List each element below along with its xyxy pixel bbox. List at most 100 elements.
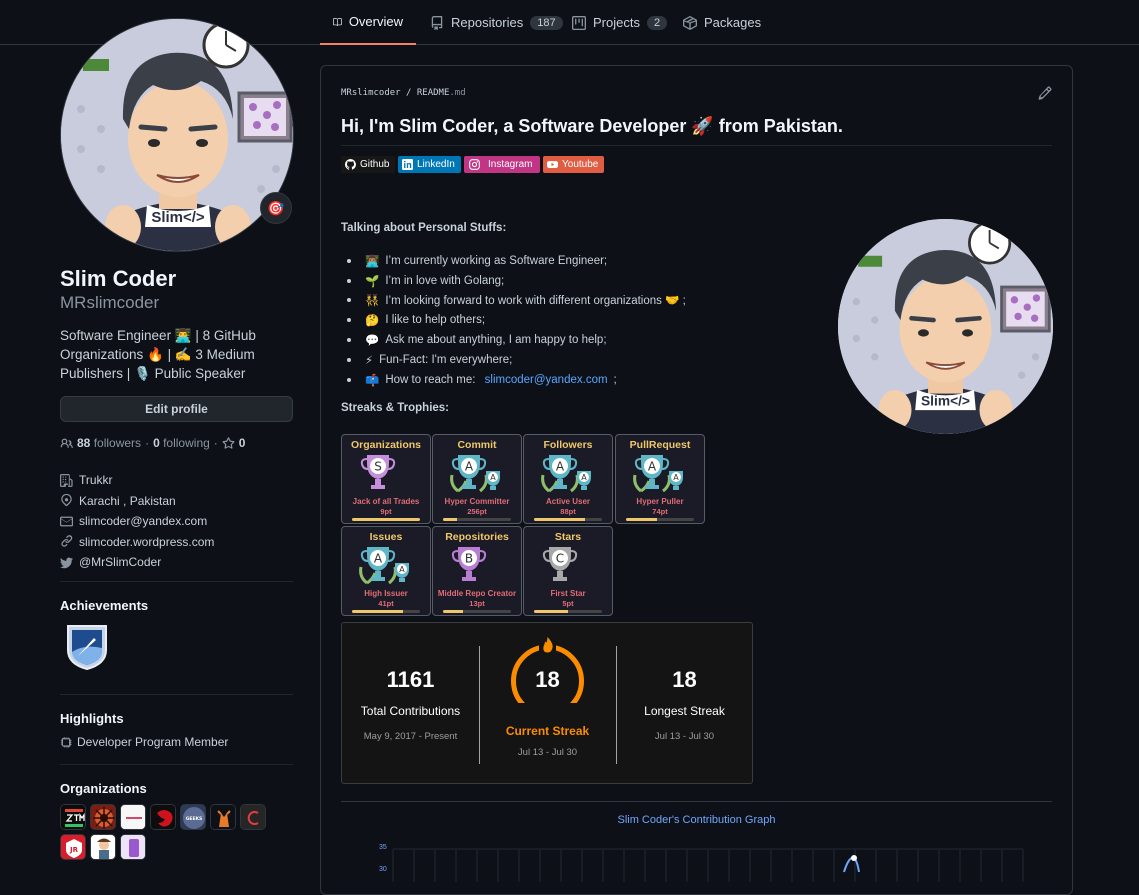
org-logo-icon xyxy=(121,805,145,829)
trophy-progress-bar xyxy=(352,610,420,613)
trophy-cup-icon: C xyxy=(542,547,578,581)
location-icon xyxy=(61,494,72,507)
profile-avatar[interactable]: Slim</> xyxy=(60,18,294,252)
trophy-points: 13pt xyxy=(469,599,485,608)
trophy-cup-icon: S xyxy=(360,455,396,489)
org-avatar[interactable] xyxy=(210,804,236,830)
bullet xyxy=(347,318,351,323)
readme-file-link[interactable]: README xyxy=(417,88,450,98)
total-contributions-value: 1161 xyxy=(386,667,435,692)
book-icon xyxy=(333,17,342,26)
tab-projects[interactable]: Projects 2 xyxy=(572,0,668,45)
repositories-count-badge: 187 xyxy=(530,15,563,30)
trophy-progress-bar xyxy=(626,518,694,521)
avatar-illustration: Slim</> xyxy=(61,19,293,251)
org-avatar[interactable] xyxy=(60,804,86,830)
youtube-badge[interactable]: Youtube xyxy=(543,156,604,173)
trophy-rank: C xyxy=(556,552,564,566)
trophy-category: Organizations xyxy=(350,439,421,451)
tab-packages-label: Packages xyxy=(704,15,762,30)
tab-overview[interactable]: Overview xyxy=(320,0,416,45)
trophy-title: Jack of all Trades xyxy=(352,497,420,506)
readme-file-ext: .md xyxy=(449,88,466,98)
trophy-progress-fill xyxy=(534,518,585,521)
github-badge[interactable]: Github xyxy=(341,156,395,173)
cpu-icon xyxy=(60,737,72,748)
linkedin-badge[interactable]: LinkedIn xyxy=(398,156,461,173)
item-text: Ask me about anything, I am happy to hel… xyxy=(385,334,607,347)
contact-email-link[interactable]: slimcoder@yandex.com xyxy=(485,374,608,386)
trophy-category: Issues xyxy=(369,531,403,543)
dot-separator: · xyxy=(213,436,218,450)
list-item: 👨🏽‍💻 I’m currently working as Software En… xyxy=(347,251,686,271)
link-icon xyxy=(61,535,73,547)
trophy-card: Commit A A Hyper Committer 256pt xyxy=(432,434,522,524)
item-emoji: ⚡ xyxy=(365,354,374,367)
divider xyxy=(60,694,293,695)
item-emoji: 🤔 xyxy=(365,315,380,328)
trophy-points: 74pt xyxy=(652,507,668,516)
longest-streak-label: Longest Streak xyxy=(644,704,725,718)
tab-repositories[interactable]: Repositories 187 xyxy=(430,0,563,45)
org-logo-icon xyxy=(151,805,175,829)
website-link[interactable]: slimcoder.wordpress.com xyxy=(79,535,214,549)
set-status-button[interactable]: 🎯 xyxy=(260,192,292,224)
trophies-title: Streaks & Trophies: xyxy=(341,402,450,414)
longest-streak-value: 18 xyxy=(672,667,697,692)
stars-link[interactable]: 0 xyxy=(239,436,246,450)
trophy-category: Stars xyxy=(554,531,582,543)
trophy-category: PullRequest xyxy=(629,439,691,451)
personal-list: 👨🏽‍💻 I’m currently working as Software En… xyxy=(347,251,686,390)
github-icon xyxy=(345,159,356,170)
readme-owner-link[interactable]: MRslimcoder xyxy=(341,88,401,98)
edit-profile-button[interactable]: Edit profile xyxy=(60,396,293,422)
dot-separator: · xyxy=(145,436,150,450)
trophy-progress-fill xyxy=(626,518,657,521)
svg-text:A: A xyxy=(673,473,679,482)
trophy-card: Issues A A High Issuer 41pt xyxy=(341,526,431,616)
org-avatar[interactable] xyxy=(240,804,266,830)
org-logo-icon xyxy=(241,805,265,829)
org-avatar[interactable]: JR xyxy=(60,834,86,860)
trophy-points: 9pt xyxy=(380,507,392,516)
trophy-card: Followers A A Active User 88pt xyxy=(523,434,613,524)
list-item: ⚡ Fun-Fact: I'm everywhere; xyxy=(347,350,686,370)
trophy-progress-fill xyxy=(352,518,420,521)
org-logo-icon xyxy=(211,805,235,829)
bio-line: Organizations 🔥 | ✍️ 3 Medium xyxy=(60,347,255,362)
followers-link[interactable]: 88 followers xyxy=(77,436,141,450)
svg-text:GEEKS: GEEKS xyxy=(186,816,203,822)
trophy-points: 256pt xyxy=(467,507,487,516)
following-label: following xyxy=(163,436,210,450)
tab-packages[interactable]: Packages xyxy=(683,0,761,45)
linkedin-badge-label: LinkedIn xyxy=(417,159,455,170)
achievement-badge[interactable] xyxy=(64,622,110,671)
total-contributions-label: Total Contributions xyxy=(360,704,461,718)
org-avatar[interactable] xyxy=(120,804,146,830)
org-avatar[interactable] xyxy=(120,834,146,860)
item-text: I’m currently working as Software Engine… xyxy=(385,254,608,267)
list-item: 🤔 I like to help others; xyxy=(347,310,686,330)
org-avatar[interactable] xyxy=(90,804,116,830)
streak-stats-card: 1161 Total Contributions May 9, 2017 - P… xyxy=(341,622,753,784)
trophy-rank: A xyxy=(465,460,474,474)
pencil-icon[interactable] xyxy=(1038,86,1052,100)
trophy-progress-fill xyxy=(352,610,403,613)
org-avatar[interactable] xyxy=(90,834,116,860)
company-name: Trukkr xyxy=(79,473,113,488)
following-link[interactable]: 0 following xyxy=(153,436,210,450)
item-emoji: 💬 xyxy=(365,335,380,348)
email-link[interactable]: slimcoder@yandex.com xyxy=(79,514,207,528)
trophy-rank: A xyxy=(374,552,383,566)
followers-label: followers xyxy=(93,436,142,450)
org-avatar[interactable] xyxy=(150,804,176,830)
trophy-title: Hyper Puller xyxy=(636,497,684,506)
graph-line xyxy=(843,856,860,873)
divider xyxy=(60,581,293,582)
twitter-link[interactable]: @MrSlimCoder xyxy=(79,555,161,569)
instagram-badge[interactable]: Instagram xyxy=(464,156,540,173)
org-avatar[interactable]: GEEKS xyxy=(180,804,206,830)
achievements-title: Achievements xyxy=(60,598,149,613)
trophy-cup-icon: AA xyxy=(633,455,683,493)
trophy-points: 88pt xyxy=(560,507,576,516)
